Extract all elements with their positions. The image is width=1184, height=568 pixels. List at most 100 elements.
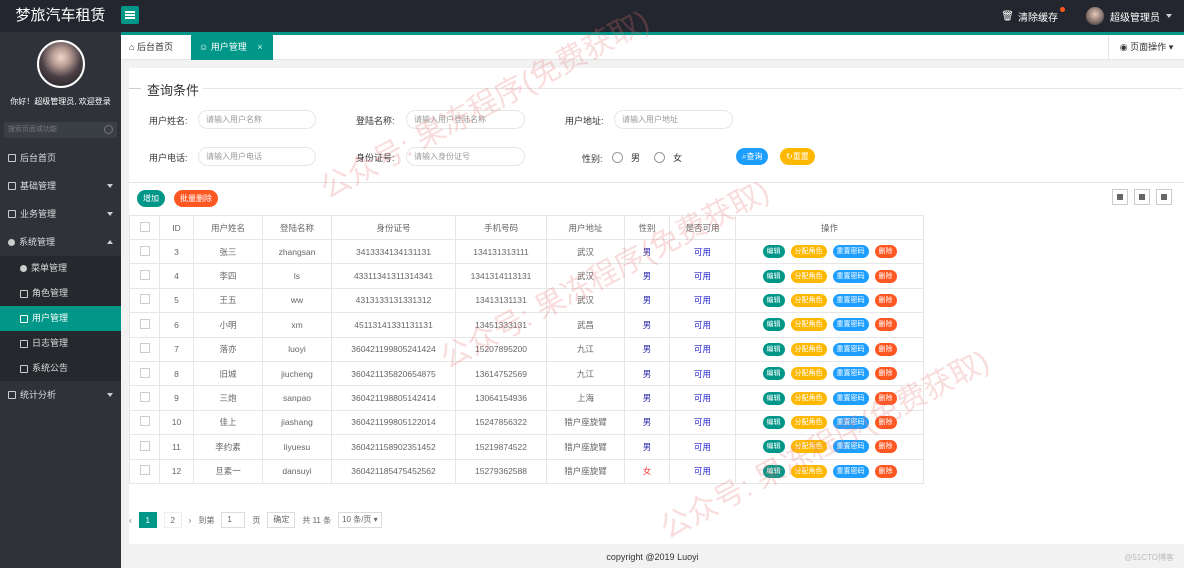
table-row: 5 王五 ww 4313133131331312 13413131131 武汉男可用 编辑分… [129, 287, 924, 314]
reset-password-button[interactable]: 重置密码 [832, 269, 869, 283]
edit-button[interactable]: 编辑 [762, 367, 785, 381]
row-checkbox[interactable] [129, 287, 160, 314]
edit-button[interactable]: 编辑 [762, 342, 785, 356]
select-all-checkbox[interactable] [129, 215, 160, 240]
assign-role-button[interactable]: 分配角色 [790, 269, 827, 283]
search-button[interactable]: ⌕查询 [736, 148, 769, 165]
page-operations-button[interactable]: ◉ 页面操作 ▾ [1108, 35, 1184, 60]
page-1-button[interactable]: 1 [138, 512, 157, 528]
address-input[interactable]: 请输入用户地址 [614, 110, 733, 129]
add-button[interactable]: 增加 [137, 190, 165, 207]
sidebar-item-users[interactable]: 用户管理 [0, 306, 121, 331]
tab-user-management[interactable]: ☺ 用户管理 × [191, 35, 273, 60]
sidebar-item-stats[interactable]: 统计分析 [0, 381, 121, 409]
menu-toggle-button[interactable] [121, 6, 139, 24]
assign-role-button[interactable]: 分配角色 [790, 293, 827, 307]
delete-button[interactable]: 删除 [874, 293, 897, 307]
user-name-input[interactable]: 请输入用户名称 [198, 110, 316, 129]
row-checkbox[interactable] [129, 434, 160, 460]
reset-password-button[interactable]: 重置密码 [832, 391, 869, 405]
delete-button[interactable]: 删除 [874, 342, 897, 356]
reset-password-button[interactable]: 重置密码 [832, 318, 869, 332]
delete-button[interactable]: 删除 [874, 440, 897, 454]
sidebar-item-notice[interactable]: 系统公告 [0, 356, 121, 381]
phone-input[interactable]: 请输入用户电话 [198, 147, 316, 166]
row-checkbox[interactable] [129, 312, 160, 338]
delete-button[interactable]: 删除 [874, 269, 897, 283]
tab-home[interactable]: ⌂ 后台首页 [121, 35, 191, 60]
edit-button[interactable]: 编辑 [762, 318, 785, 332]
assign-role-button[interactable]: 分配角色 [790, 440, 827, 454]
delete-button[interactable]: 删除 [874, 391, 897, 405]
page-2-button[interactable]: 2 [163, 512, 182, 528]
sidebar-item-business[interactable]: 业务管理 [0, 200, 121, 228]
row-checkbox[interactable] [129, 409, 160, 436]
login-label: 登陆名称: [356, 116, 395, 126]
search-label: 查询 [746, 152, 763, 161]
sidebar-item-log[interactable]: 日志管理 [0, 331, 121, 356]
next-page-button[interactable]: › [189, 516, 192, 525]
edit-button[interactable]: 编辑 [762, 391, 785, 405]
sidebar-item-basic[interactable]: 基础管理 [0, 172, 121, 200]
edit-button[interactable]: 编辑 [762, 293, 785, 307]
row-checkbox[interactable] [129, 385, 160, 411]
reset-password-button[interactable]: 重置密码 [832, 464, 869, 478]
goto-page-input[interactable]: 1 [221, 512, 246, 528]
row-checkbox[interactable] [129, 263, 160, 289]
page-size-select[interactable]: 10 条/页 ▾ [338, 512, 382, 528]
edit-button[interactable]: 编辑 [762, 440, 785, 454]
reset-password-button[interactable]: 重置密码 [832, 415, 869, 429]
prev-page-button[interactable]: ‹ [129, 516, 132, 525]
reset-password-button[interactable]: 重置密码 [832, 367, 869, 381]
row-checkbox[interactable] [129, 336, 160, 362]
assign-role-button[interactable]: 分配角色 [790, 464, 827, 478]
sidebar-search-input[interactable]: 搜索页面或功能 [4, 122, 117, 138]
tab-active-label: 用户管理 [210, 42, 247, 52]
assign-role-button[interactable]: 分配角色 [790, 367, 827, 381]
idcard-input[interactable]: 请输入身份证号 [406, 147, 525, 166]
row-checkbox[interactable] [129, 238, 160, 265]
edit-button[interactable]: 编辑 [762, 245, 785, 259]
sidebar-item-role[interactable]: 角色管理 [0, 281, 121, 306]
reset-password-button[interactable]: 重置密码 [832, 440, 869, 454]
batch-delete-button[interactable]: 批量删除 [174, 190, 218, 207]
clear-cache-button[interactable]: 🗑 清除缓存 [1001, 6, 1065, 24]
sidebar-item-home[interactable]: 后台首页 [0, 144, 121, 172]
table-row: 9 三炮 sanpao 360421198805142414 13064154936 上海… [129, 385, 924, 411]
reset-password-button[interactable]: 重置密码 [832, 293, 869, 307]
gender-female-radio[interactable]: 女 [654, 151, 682, 164]
row-checkbox[interactable] [129, 458, 160, 484]
print-icon[interactable] [1156, 189, 1172, 205]
cell-login: luoyi [262, 336, 332, 362]
sidebar: 你好！超级管理员, 欢迎登录 搜索页面或功能 后台首页 基础管理 业务管理 系统… [0, 32, 121, 568]
assign-role-button[interactable]: 分配角色 [790, 415, 827, 429]
delete-button[interactable]: 删除 [874, 367, 897, 381]
sidebar-item-system[interactable]: 系统管理 [0, 228, 121, 256]
delete-button[interactable]: 删除 [874, 245, 897, 259]
columns-icon[interactable] [1112, 189, 1128, 205]
edit-button[interactable]: 编辑 [762, 415, 785, 429]
delete-button[interactable]: 删除 [874, 464, 897, 478]
export-icon[interactable] [1134, 189, 1150, 205]
document-icon [20, 339, 28, 348]
goto-confirm-button[interactable]: 确定 [267, 512, 296, 528]
row-checkbox[interactable] [129, 360, 160, 387]
edit-button[interactable]: 编辑 [762, 269, 785, 283]
login-name-input[interactable]: 请输入用户登陆名称 [406, 110, 525, 129]
assign-role-button[interactable]: 分配角色 [790, 245, 827, 259]
close-icon[interactable]: × [257, 42, 262, 52]
reset-button[interactable]: ↻重置 [780, 148, 815, 165]
assign-role-button[interactable]: 分配角色 [790, 318, 827, 332]
gender-male-radio[interactable]: 男 [612, 151, 640, 164]
cell-available: 可用 [669, 336, 736, 362]
delete-button[interactable]: 删除 [874, 318, 897, 332]
user-icon [20, 314, 28, 323]
delete-button[interactable]: 删除 [874, 415, 897, 429]
reset-password-button[interactable]: 重置密码 [832, 245, 869, 259]
user-menu[interactable]: 超级管理员 [1086, 7, 1172, 25]
assign-role-button[interactable]: 分配角色 [790, 391, 827, 405]
sidebar-item-menu[interactable]: 菜单管理 [0, 256, 121, 281]
assign-role-button[interactable]: 分配角色 [790, 342, 827, 356]
edit-button[interactable]: 编辑 [762, 464, 785, 478]
reset-password-button[interactable]: 重置密码 [832, 342, 869, 356]
